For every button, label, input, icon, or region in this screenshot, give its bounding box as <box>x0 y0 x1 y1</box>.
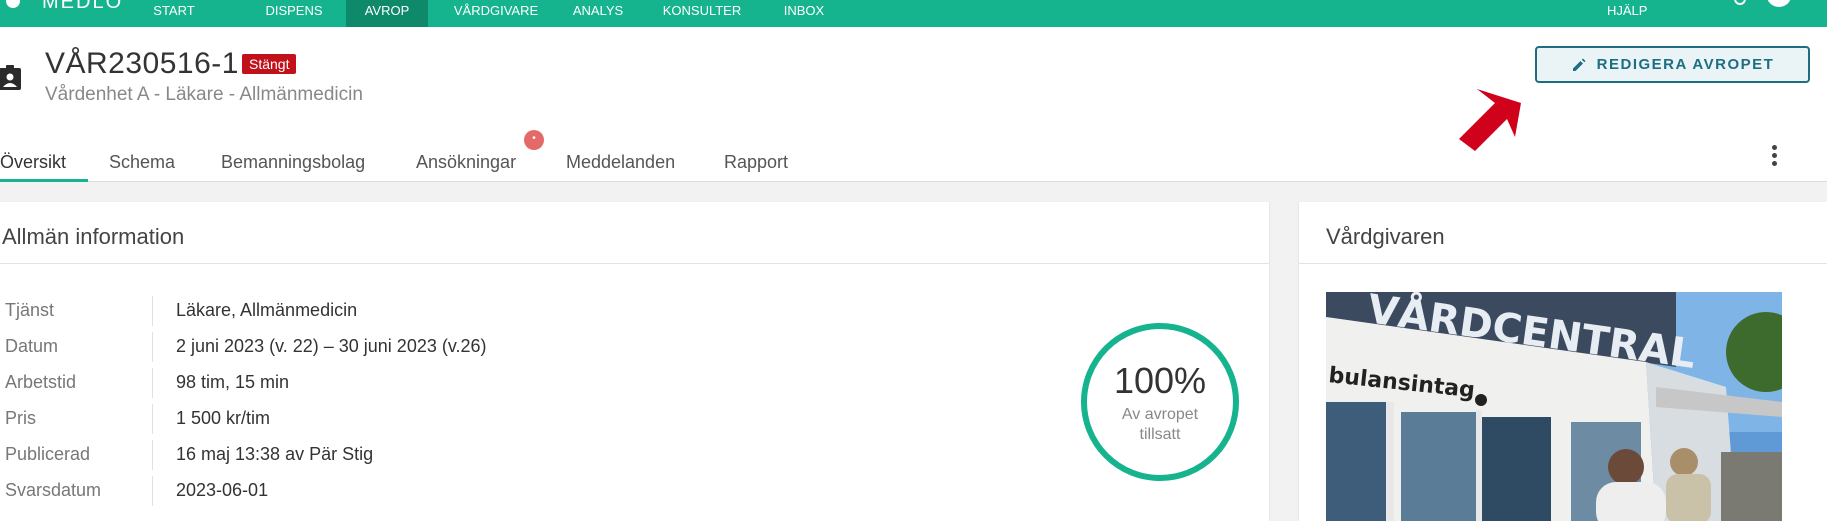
status-badge: Stängt <box>242 54 297 74</box>
info-label: Svarsdatum <box>5 480 102 500</box>
divider <box>152 440 153 470</box>
info-label: Tjänst <box>5 300 55 320</box>
tab-meddelanden[interactable]: Meddelanden <box>566 142 675 182</box>
info-value: 16 maj 13:38 av Pär Stig <box>176 444 374 464</box>
info-row: Datum 2 juni 2023 (v. 22) – 30 juni 2023… <box>0 332 900 362</box>
info-label: Datum <box>5 336 59 356</box>
help-link[interactable]: HJÄLP <box>1607 0 1647 21</box>
nav-item-vardgivare[interactable]: VÅRDGIVARE <box>448 0 544 27</box>
badge-icon <box>0 65 21 90</box>
tab-bemanningsbolag[interactable]: Bemanningsbolag <box>221 142 365 182</box>
tab-oversikt[interactable]: Översikt <box>0 142 88 182</box>
info-label: Arbetstid <box>5 372 77 392</box>
divider <box>152 404 153 434</box>
fill-caption: Av avropet tillsatt <box>1078 405 1242 445</box>
card-title: Allmän information <box>2 224 185 249</box>
fill-progress-ring <box>1081 323 1239 481</box>
tab-schema[interactable]: Schema <box>109 142 175 182</box>
nav-item-konsulter[interactable]: KONSULTER <box>659 0 745 27</box>
notification-dot: • <box>524 130 544 150</box>
nav-item-inbox[interactable]: INBOX <box>779 0 829 27</box>
page-subtitle: Vårdenhet A - Läkare - Allmänmedicin <box>45 84 363 105</box>
edit-avrop-label: REDIGERA AVROPET <box>1596 56 1775 73</box>
fill-percentage: 100% <box>1113 360 1207 401</box>
info-row: Arbetstid 98 tim, 15 min <box>0 368 900 398</box>
edit-avrop-button[interactable]: REDIGERA AVROPET <box>1535 46 1810 83</box>
divider <box>0 263 1269 264</box>
divider <box>152 296 153 326</box>
avatar[interactable] <box>1767 0 1791 7</box>
info-value: Läkare, Allmänmedicin <box>176 300 358 320</box>
divider <box>1299 263 1827 264</box>
fill-caption-line: tillsatt <box>1139 426 1181 443</box>
arrow-icon <box>1459 89 1521 151</box>
divider <box>152 332 153 362</box>
divider <box>152 368 153 398</box>
care-provider-photo: VÅRDCENTRAL bulansintag <box>1326 292 1782 521</box>
pencil-icon <box>1572 58 1586 71</box>
divider <box>152 476 153 506</box>
nav-item-avrop[interactable]: AVROP <box>346 0 428 27</box>
info-value: 2 juni 2023 (v. 22) – 30 juni 2023 (v.26… <box>176 336 487 356</box>
info-row: Svarsdatum 2023-06-01 <box>0 476 900 506</box>
building-photo: VÅRDCENTRAL bulansintag <box>1326 292 1782 521</box>
nav-item-start[interactable]: START <box>147 0 201 27</box>
info-label: Publicerad <box>5 444 91 464</box>
info-value: 1 500 kr/tim <box>176 408 271 428</box>
info-row: Publicerad 16 maj 13:38 av Pär Stig <box>0 440 900 470</box>
user-icon[interactable] <box>1734 0 1746 5</box>
top-navigation: MEDLO START DISPENS AVROP VÅRDGIVARE ANA… <box>0 0 1827 27</box>
page-title: VÅR230516-1 <box>45 47 239 80</box>
more-vertical-icon[interactable] <box>1772 145 1778 169</box>
info-row: Tjänst Läkare, Allmänmedicin <box>0 296 900 326</box>
tab-ansokningar[interactable]: Ansökningar <box>416 142 516 182</box>
info-row: Pris 1 500 kr/tim <box>0 404 900 434</box>
info-value: 98 tim, 15 min <box>176 372 290 392</box>
page-header: VÅR230516-1 Stängt Vårdenhet A - Läkare … <box>0 27 1827 182</box>
tab-rapport[interactable]: Rapport <box>724 142 788 182</box>
brand-logo[interactable]: MEDLO <box>42 0 123 14</box>
nav-item-dispens[interactable]: DISPENS <box>256 0 332 27</box>
fill-caption-line: Av avropet <box>1121 406 1199 423</box>
nav-item-analys[interactable]: ANALYS <box>566 0 630 27</box>
info-label: Pris <box>5 408 36 428</box>
logo-icon <box>6 0 20 8</box>
info-value: 2023-06-01 <box>176 480 269 500</box>
card-title: Vårdgivaren <box>1326 224 1445 249</box>
